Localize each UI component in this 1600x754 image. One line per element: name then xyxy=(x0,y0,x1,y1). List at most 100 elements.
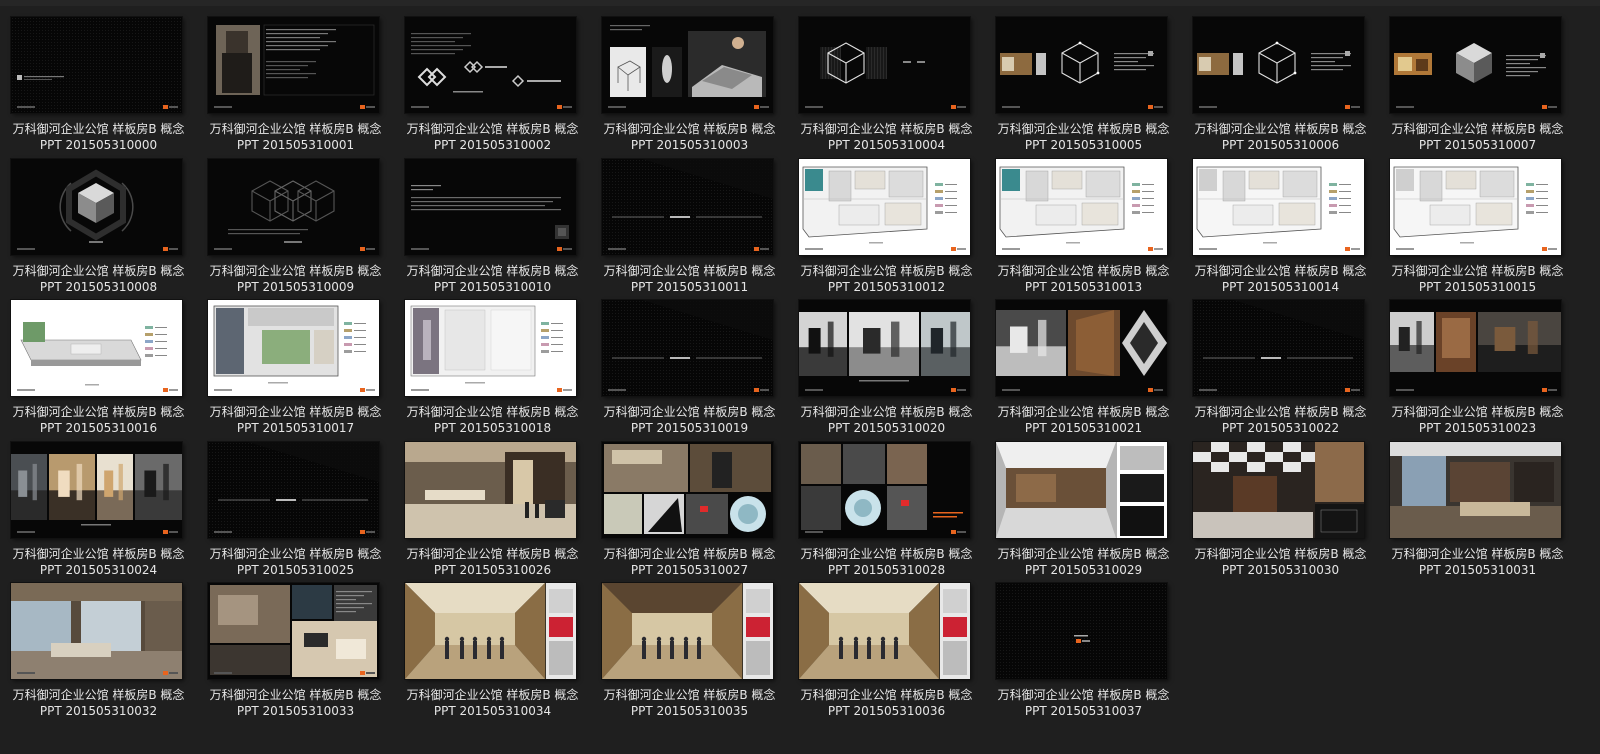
file-item[interactable]: 万科御河企业公馆 样板房B 概念 PPT 201505310024 xyxy=(0,425,197,577)
file-thumbnail[interactable] xyxy=(602,17,773,113)
file-item[interactable]: 万科御河企业公馆 样板房B 概念 PPT 201505310034 xyxy=(394,566,591,718)
file-thumbnail[interactable] xyxy=(799,300,970,396)
file-thumbnail[interactable] xyxy=(996,583,1167,679)
file-name-line2: PPT 201505310031 xyxy=(1418,562,1537,577)
file-name-line1: 万科御河企业公馆 样板房B 概念 xyxy=(12,546,185,561)
file-item[interactable]: 万科御河企业公馆 样板房B 概念 PPT 201505310014 xyxy=(1182,142,1379,294)
file-name[interactable]: 万科御河企业公馆 样板房B 概念 PPT 201505310032 xyxy=(2,687,195,719)
file-item[interactable]: 万科御河企业公馆 样板房B 概念 PPT 201505310000 xyxy=(0,0,197,152)
file-name-line1: 万科御河企业公馆 样板房B 概念 xyxy=(1391,122,1564,136)
file-item[interactable]: 万科御河企业公馆 样板房B 概念 PPT 201505310036 xyxy=(788,566,985,718)
file-thumbnail[interactable] xyxy=(405,583,576,679)
file-item[interactable]: 万科御河企业公馆 样板房B 概念 PPT 201505310005 xyxy=(985,0,1182,152)
file-name-line1: 万科御河企业公馆 样板房B 概念 xyxy=(1194,122,1367,136)
file-item[interactable]: 万科御河企业公馆 样板房B 概念 PPT 201505310035 xyxy=(591,566,788,718)
file-item[interactable]: 万科御河企业公馆 样板房B 概念 PPT 201505310007 xyxy=(1379,0,1576,152)
file-thumbnail[interactable] xyxy=(11,441,182,538)
file-item[interactable]: 万科御河企业公馆 样板房B 概念 PPT 201505310027 xyxy=(591,425,788,577)
file-name-line1: 万科御河企业公馆 样板房B 概念 xyxy=(1391,546,1564,561)
file-thumbnail[interactable] xyxy=(602,441,773,538)
file-thumbnail[interactable] xyxy=(1193,158,1364,255)
file-item[interactable]: 万科御河企业公馆 样板房B 概念 PPT 201505310029 xyxy=(985,425,1182,577)
file-item[interactable]: 万科御河企业公馆 样板房B 概念 PPT 201505310033 xyxy=(197,566,394,718)
file-thumbnail[interactable] xyxy=(208,158,379,255)
file-thumbnail[interactable] xyxy=(208,17,379,113)
file-name-line1: 万科御河企业公馆 样板房B 概念 xyxy=(406,546,579,561)
file-item[interactable]: 万科御河企业公馆 样板房B 概念 PPT 201505310037 xyxy=(985,566,1182,718)
file-thumbnail[interactable] xyxy=(208,583,379,679)
file-name[interactable]: 万科御河企业公馆 样板房B 概念 PPT 201505310034 xyxy=(396,687,589,719)
file-name-line1: 万科御河企业公馆 样板房B 概念 xyxy=(997,263,1170,278)
file-thumbnail[interactable] xyxy=(1390,17,1561,113)
file-thumbnail[interactable] xyxy=(996,158,1167,255)
file-item[interactable]: 万科御河企业公馆 样板房B 概念 PPT 201505310015 xyxy=(1379,142,1576,294)
file-item[interactable]: 万科御河企业公馆 样板房B 概念 PPT 201505310003 xyxy=(591,0,788,152)
file-thumbnail[interactable] xyxy=(996,300,1167,396)
file-item[interactable]: 万科御河企业公馆 样板房B 概念 PPT 201505310004 xyxy=(788,0,985,152)
file-name[interactable]: 万科御河企业公馆 样板房B 概念 PPT 201505310037 xyxy=(987,687,1180,719)
file-item[interactable]: 万科御河企业公馆 样板房B 概念 PPT 201505310030 xyxy=(1182,425,1379,577)
file-name-line1: 万科御河企业公馆 样板房B 概念 xyxy=(12,122,185,136)
file-thumbnail[interactable] xyxy=(208,300,379,396)
file-thumbnail[interactable] xyxy=(1193,441,1364,538)
file-item[interactable]: 万科御河企业公馆 样板房B 概念 PPT 201505310026 xyxy=(394,425,591,577)
file-item[interactable]: 万科御河企业公馆 样板房B 概念 PPT 201505310017 xyxy=(197,283,394,435)
file-name-line1: 万科御河企业公馆 样板房B 概念 xyxy=(1391,263,1564,278)
file-item[interactable]: 万科御河企业公馆 样板房B 概念 PPT 201505310022 xyxy=(1182,283,1379,435)
file-item[interactable]: 万科御河企业公馆 样板房B 概念 PPT 201505310025 xyxy=(197,425,394,577)
file-item[interactable]: 万科御河企业公馆 样板房B 概念 PPT 201505310011 xyxy=(591,142,788,294)
file-thumbnail[interactable] xyxy=(602,300,773,396)
file-name[interactable]: 万科御河企业公馆 样板房B 概念 PPT 201505310031 xyxy=(1381,546,1574,578)
file-item[interactable]: 万科御河企业公馆 样板房B 概念 PPT 201505310016 xyxy=(0,283,197,435)
file-thumbnail[interactable] xyxy=(1390,441,1561,538)
file-thumbnail[interactable] xyxy=(11,300,182,396)
file-item[interactable]: 万科御河企业公馆 样板房B 概念 PPT 201505310018 xyxy=(394,283,591,435)
file-thumbnail[interactable] xyxy=(405,441,576,538)
file-item[interactable]: 万科御河企业公馆 样板房B 概念 PPT 201505310021 xyxy=(985,283,1182,435)
file-thumbnail[interactable] xyxy=(996,441,1167,538)
file-thumbnail[interactable] xyxy=(996,17,1167,113)
file-thumbnail[interactable] xyxy=(799,17,970,113)
file-item[interactable]: 万科御河企业公馆 样板房B 概念 PPT 201505310032 xyxy=(0,566,197,718)
file-item[interactable]: 万科御河企业公馆 样板房B 概念 PPT 201505310001 xyxy=(197,0,394,152)
file-item[interactable]: 万科御河企业公馆 样板房B 概念 PPT 201505310019 xyxy=(591,283,788,435)
file-thumbnail[interactable] xyxy=(405,158,576,255)
file-name-line1: 万科御河企业公馆 样板房B 概念 xyxy=(997,546,1170,561)
file-item[interactable]: 万科御河企业公馆 样板房B 概念 PPT 201505310008 xyxy=(0,142,197,294)
file-name[interactable]: 万科御河企业公馆 样板房B 概念 PPT 201505310036 xyxy=(790,687,983,719)
file-name-line1: 万科御河企业公馆 样板房B 概念 xyxy=(209,546,382,561)
file-thumbnail[interactable] xyxy=(11,583,182,679)
file-item[interactable]: 万科御河企业公馆 样板房B 概念 PPT 201505310012 xyxy=(788,142,985,294)
file-name-line1: 万科御河企业公馆 样板房B 概念 xyxy=(800,546,973,561)
file-thumbnail[interactable] xyxy=(11,17,182,113)
file-thumbnail[interactable] xyxy=(405,300,576,396)
file-name[interactable]: 万科御河企业公馆 样板房B 概念 PPT 201505310035 xyxy=(593,687,786,719)
file-item[interactable]: 万科御河企业公馆 样板房B 概念 PPT 201505310031 xyxy=(1379,425,1576,577)
file-item[interactable]: 万科御河企业公馆 样板房B 概念 PPT 201505310010 xyxy=(394,142,591,294)
file-name-line2: PPT 201505310032 xyxy=(39,704,158,718)
file-name[interactable]: 万科御河企业公馆 样板房B 概念 PPT 201505310030 xyxy=(1184,546,1377,578)
file-item[interactable]: 万科御河企业公馆 样板房B 概念 PPT 201505310023 xyxy=(1379,283,1576,435)
file-thumbnail[interactable] xyxy=(799,583,970,679)
file-thumbnail[interactable] xyxy=(11,158,182,255)
file-thumbnail[interactable] xyxy=(208,441,379,538)
file-item[interactable]: 万科御河企业公馆 样板房B 概念 PPT 201505310006 xyxy=(1182,0,1379,152)
file-thumbnail[interactable] xyxy=(1193,17,1364,113)
file-name-line1: 万科御河企业公馆 样板房B 概念 xyxy=(800,688,973,702)
file-name-line1: 万科御河企业公馆 样板房B 概念 xyxy=(406,122,579,136)
file-name[interactable]: 万科御河企业公馆 样板房B 概念 PPT 201505310033 xyxy=(199,687,392,719)
file-thumbnail[interactable] xyxy=(602,158,773,255)
file-item[interactable]: 万科御河企业公馆 样板房B 概念 PPT 201505310009 xyxy=(197,142,394,294)
file-item[interactable]: 万科御河企业公馆 样板房B 概念 PPT 201505310002 xyxy=(394,0,591,152)
file-item[interactable]: 万科御河企业公馆 样板房B 概念 PPT 201505310013 xyxy=(985,142,1182,294)
file-thumbnail[interactable] xyxy=(1193,300,1364,396)
file-thumbnail[interactable] xyxy=(799,158,970,255)
file-thumbnail[interactable] xyxy=(405,17,576,113)
file-thumbnail[interactable] xyxy=(799,441,970,538)
file-thumbnail[interactable] xyxy=(1390,300,1561,396)
file-thumbnail[interactable] xyxy=(602,583,773,679)
file-item[interactable]: 万科御河企业公馆 样板房B 概念 PPT 201505310028 xyxy=(788,425,985,577)
file-item[interactable]: 万科御河企业公馆 样板房B 概念 PPT 201505310020 xyxy=(788,283,985,435)
file-thumbnail[interactable] xyxy=(1390,158,1561,255)
file-name-line1: 万科御河企业公馆 样板房B 概念 xyxy=(12,688,185,702)
